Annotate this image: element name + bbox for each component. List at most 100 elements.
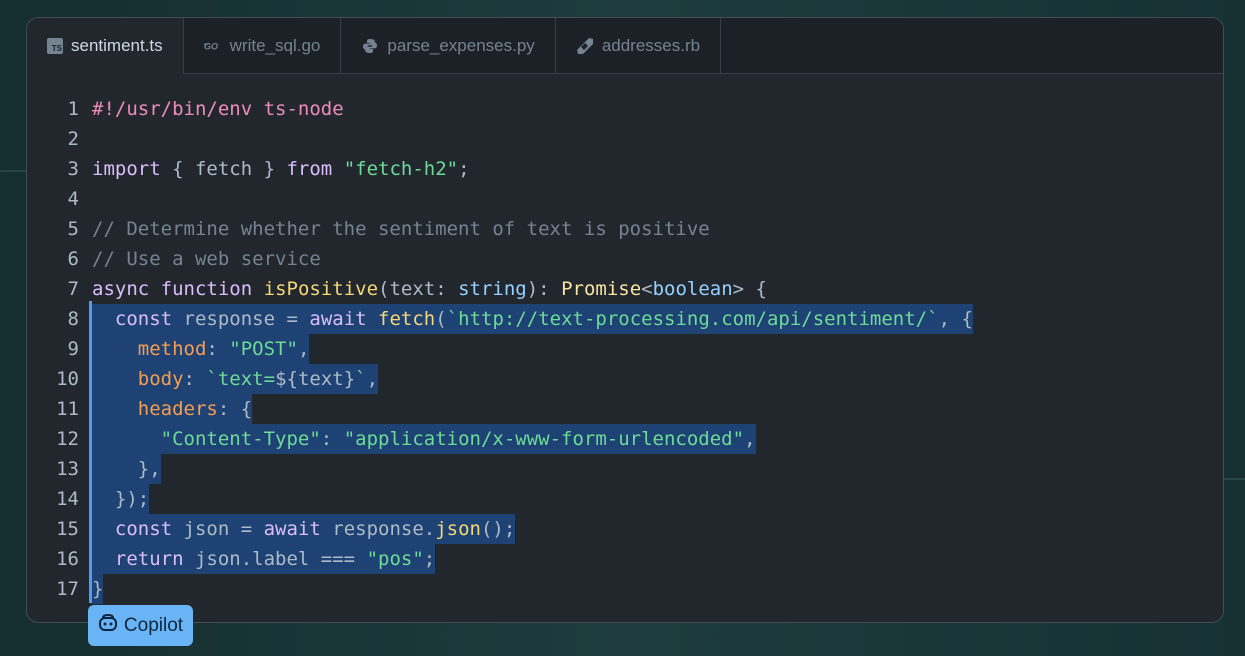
line-number: 16 <box>56 548 79 570</box>
code-token: "POST" <box>229 338 298 360</box>
code-token: { fetch } <box>160 158 287 180</box>
code-line: 10 body: `text=${text}`, <box>27 364 1223 394</box>
code-token: import <box>92 158 161 180</box>
code-token: : <box>206 338 230 360</box>
code-token: boolean <box>652 278 733 300</box>
code-token: "fetch-h2" <box>343 158 459 180</box>
code-line: 15 const json = await response.json(); <box>27 514 1223 544</box>
code-token: return <box>114 548 184 570</box>
code-line: 6 // Use a web service <box>27 244 1223 274</box>
line-number: 11 <box>56 398 79 420</box>
tab-bar: TS sentiment.ts GO write_sql.go parse_ex… <box>27 18 1223 74</box>
code-token: isPositive <box>263 278 379 300</box>
code-token: response. <box>320 518 436 540</box>
tab-label: addresses.rb <box>601 35 701 55</box>
code-line: 12 "Content-Type": "application/x-www-fo… <box>27 424 1223 454</box>
code-token: async <box>92 278 150 300</box>
tab-label: sentiment.ts <box>71 35 163 55</box>
code-line: 14 }); <box>27 484 1223 514</box>
line-number: 6 <box>67 248 79 270</box>
code-token: : <box>320 428 344 450</box>
code-token: json <box>435 518 481 540</box>
code-token: `text= <box>206 368 276 390</box>
line-number: 4 <box>67 188 79 210</box>
code-token: const <box>114 518 173 540</box>
code-token: ` <box>355 368 367 390</box>
code-token: Promise <box>561 278 642 300</box>
code-token: "pos" <box>366 548 424 570</box>
code-line: 17} <box>27 574 1223 604</box>
line-number: 1 <box>67 98 79 120</box>
code-comment: // Use a web service <box>92 248 321 270</box>
python-icon <box>361 37 379 55</box>
code-token: }, <box>92 458 161 480</box>
copilot-badge[interactable]: Copilot <box>88 605 193 646</box>
code-token: const <box>114 308 173 330</box>
line-number: 9 <box>67 338 79 360</box>
code-token: await <box>263 518 321 540</box>
tab-sentiment-ts[interactable]: TS sentiment.ts <box>27 18 184 74</box>
code-token: } <box>92 578 104 600</box>
tab-label: write_sql.go <box>229 35 321 55</box>
code-token: ( <box>435 308 447 330</box>
line-number: 8 <box>67 308 79 330</box>
code-token: < <box>641 278 653 300</box>
code-token: from <box>286 158 333 180</box>
code-editor-window: TS sentiment.ts GO write_sql.go parse_ex… <box>26 17 1224 623</box>
code-token: ; <box>423 548 436 570</box>
line-number: 3 <box>67 158 79 180</box>
code-line: 13 }, <box>27 454 1223 484</box>
code-line: 2 <box>27 124 1223 154</box>
line-number: 7 <box>67 278 79 300</box>
copilot-icon <box>98 613 118 638</box>
tab-write-sql-go[interactable]: GO write_sql.go <box>184 18 342 73</box>
code-comment: // Determine whether the sentiment of te… <box>92 218 710 240</box>
code-line: 5 // Determine whether the sentiment of t… <box>27 214 1223 244</box>
code-line: 11 headers: { <box>27 394 1223 424</box>
code-token: (text: <box>378 278 459 300</box>
code-line: 16 return json.label === "pos"; <box>27 544 1223 574</box>
code-token: function <box>160 278 253 300</box>
line-number: 15 <box>56 518 79 540</box>
code-token: "application/x-www-form-urlencoded" <box>343 428 745 450</box>
code-token: (); <box>480 518 516 540</box>
code-line: 7 async function isPositive(text: string)… <box>27 274 1223 304</box>
tab-label: parse_expenses.py <box>387 35 535 55</box>
code-area[interactable]: 1 #!/usr/bin/env ts-node 2 3 import { fetc… <box>27 94 1223 604</box>
code-token: response = <box>172 308 310 330</box>
code-token: ${text} <box>275 368 356 390</box>
code-token: ; <box>458 158 470 180</box>
code-token: }); <box>92 488 150 510</box>
go-icon: GO <box>203 37 222 55</box>
line-number: 14 <box>56 488 79 510</box>
code-token: , { <box>938 308 973 330</box>
line-number: 12 <box>56 428 79 450</box>
code-token: "Content-Type" <box>160 428 321 450</box>
code-token: , <box>297 338 310 360</box>
code-token: json.label === <box>183 548 367 570</box>
typescript-icon: TS <box>47 37 63 54</box>
ruby-icon <box>576 37 594 55</box>
tab-addresses-rb[interactable]: addresses.rb <box>556 18 722 73</box>
line-number: 2 <box>67 128 79 150</box>
code-token: json = <box>172 518 264 540</box>
code-token: headers <box>137 398 218 420</box>
line-number: 17 <box>56 578 79 600</box>
tab-parse-expenses-py[interactable]: parse_expenses.py <box>341 18 556 73</box>
line-number: 13 <box>56 458 79 480</box>
line-number: 10 <box>56 368 79 390</box>
code-line: 8 const response = await fetch(`http://t… <box>27 304 1223 334</box>
line-number: 5 <box>67 218 79 240</box>
code-token: : { <box>217 398 253 420</box>
